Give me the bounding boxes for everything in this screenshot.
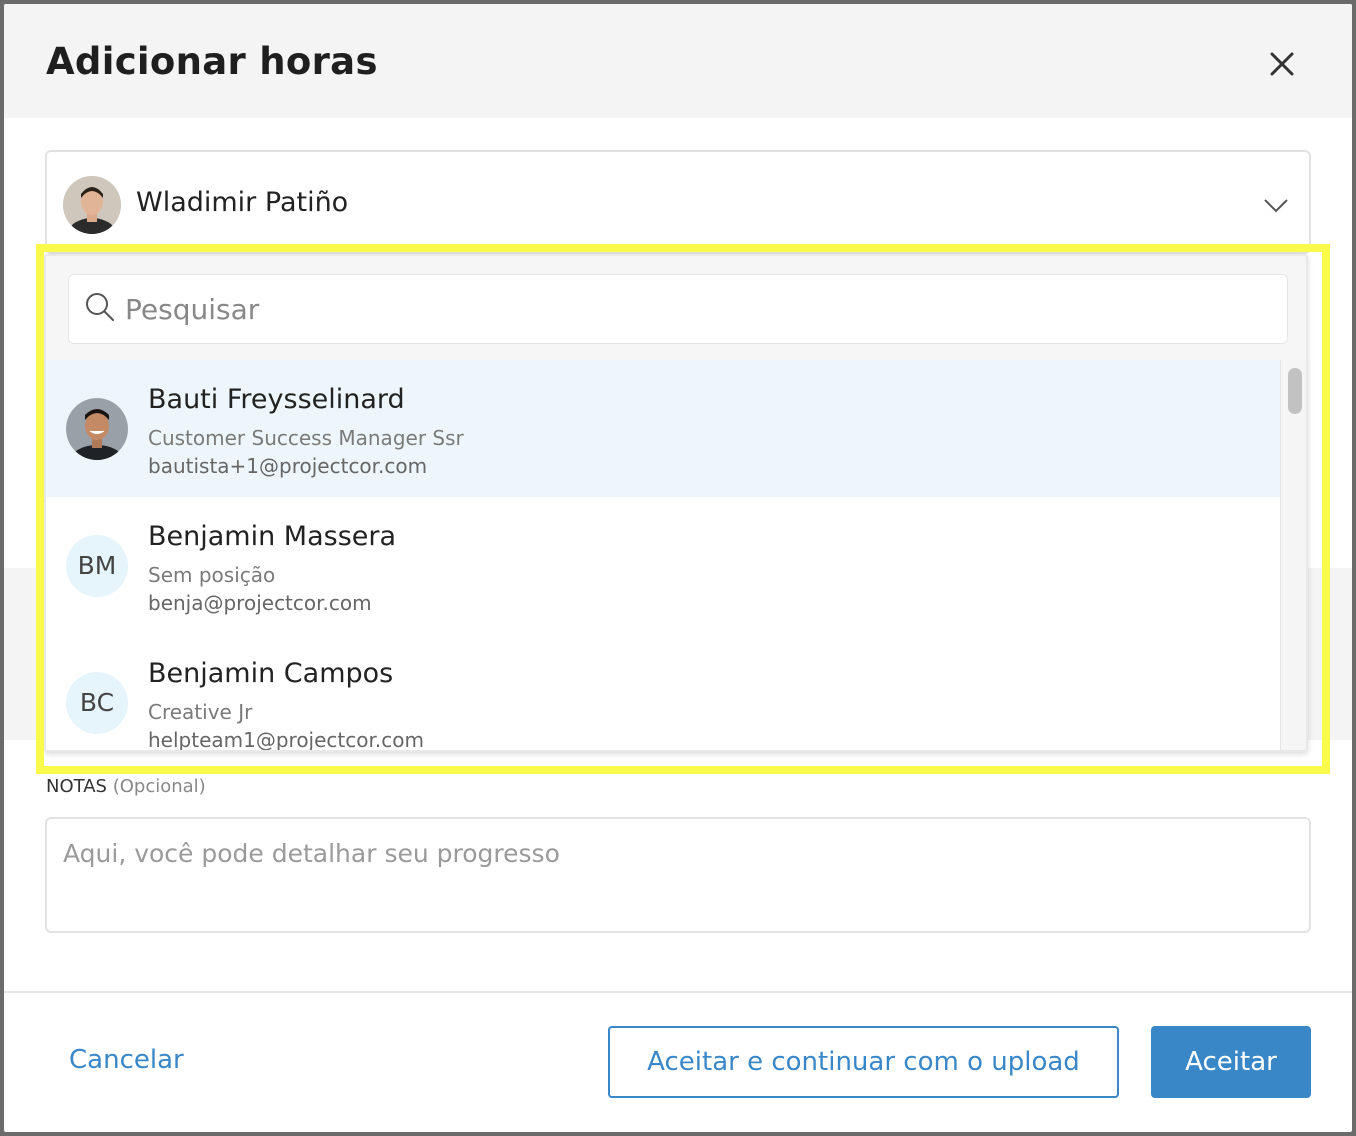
list-item[interactable]: BC Benjamin Campos Creative Jr helpteam1… xyxy=(46,634,1280,752)
scrollbar[interactable] xyxy=(1280,360,1306,750)
notes-label-text: NOTAS xyxy=(46,776,107,797)
list-item[interactable]: BM Benjamin Massera Sem posição benja@pr… xyxy=(46,497,1280,634)
accept-button[interactable]: Aceitar xyxy=(1151,1026,1311,1098)
accept-and-upload-button[interactable]: Aceitar e continuar com o upload xyxy=(608,1026,1119,1098)
notes-optional-text: (Opcional) xyxy=(112,776,206,797)
user-position: Customer Success Manager Ssr xyxy=(148,426,464,450)
avatar xyxy=(63,176,121,234)
selected-user-name: Wladimir Patiño xyxy=(136,187,349,218)
chevron-down-icon[interactable] xyxy=(1261,190,1291,220)
scrollbar-thumb[interactable] xyxy=(1288,368,1302,414)
user-email: helpteam1@projectcor.com xyxy=(148,728,424,752)
search-box[interactable] xyxy=(68,274,1288,344)
avatar xyxy=(66,398,128,460)
modal-header: Adicionar horas xyxy=(4,4,1352,118)
cancel-button[interactable]: Cancelar xyxy=(69,1045,184,1075)
user-position: Creative Jr xyxy=(148,700,253,724)
modal-title: Adicionar horas xyxy=(46,40,378,83)
notes-label: NOTAS (Opcional) xyxy=(46,776,206,797)
user-position: Sem posição xyxy=(148,563,276,587)
user-dropdown: Bauti Freysselinard Customer Success Man… xyxy=(44,254,1308,752)
search-icon xyxy=(86,293,114,321)
list-item[interactable]: Bauti Freysselinard Customer Success Man… xyxy=(46,360,1280,497)
user-name: Benjamin Campos xyxy=(148,658,394,689)
close-icon xyxy=(1270,52,1294,76)
user-name: Benjamin Massera xyxy=(148,521,397,552)
avatar-initials: BM xyxy=(66,535,128,597)
close-button[interactable] xyxy=(1260,42,1304,86)
user-list: Bauti Freysselinard Customer Success Man… xyxy=(46,360,1280,752)
user-select[interactable]: Wladimir Patiño xyxy=(45,150,1311,254)
user-email: bautista+1@projectcor.com xyxy=(148,454,428,478)
footer-divider xyxy=(4,991,1352,993)
add-hours-modal: Adicionar horas Wladimir Patiño Pesquisa… xyxy=(4,4,1352,1132)
avatar-initials: BC xyxy=(66,672,128,734)
user-email: benja@projectcor.com xyxy=(148,591,372,615)
notes-textarea[interactable] xyxy=(45,817,1311,933)
search-input[interactable] xyxy=(125,285,1265,333)
user-name: Bauti Freysselinard xyxy=(148,384,405,415)
dropdown-search-area xyxy=(46,256,1306,360)
